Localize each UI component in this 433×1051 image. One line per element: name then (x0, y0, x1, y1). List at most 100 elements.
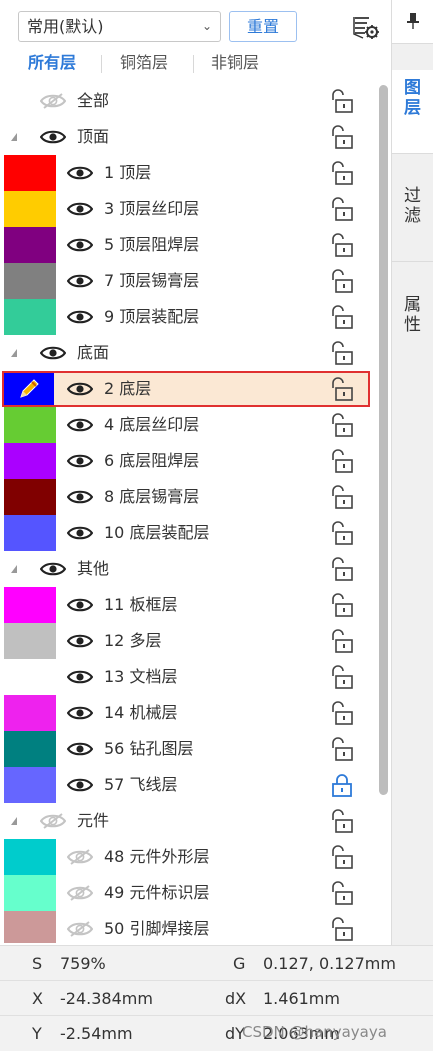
layer-row[interactable]: 56 钻孔图层 (0, 731, 378, 767)
eye-icon[interactable] (66, 165, 94, 181)
layer-row[interactable]: 49 元件标识层 (0, 875, 378, 911)
layer-row[interactable]: 8 底层锡膏层 (0, 479, 378, 515)
layer-row[interactable]: 2 底层 (0, 371, 378, 407)
layer-row[interactable]: 1 顶层 (0, 155, 378, 191)
layer-color-swatch[interactable] (4, 623, 56, 659)
eye-icon[interactable] (66, 525, 94, 541)
eye-icon[interactable] (66, 777, 94, 793)
layer-row[interactable]: 5 顶层阻焊层 (0, 227, 378, 263)
layer-color-swatch[interactable] (4, 767, 56, 803)
unlock-icon[interactable] (330, 412, 354, 438)
eye-icon[interactable] (66, 201, 94, 217)
unlock-icon[interactable] (330, 124, 354, 150)
layer-row[interactable]: 3 顶层丝印层 (0, 191, 378, 227)
tab-non-copper-layers[interactable]: 非铜层 (211, 51, 259, 75)
side-tab-properties[interactable]: 属 性 (392, 287, 433, 347)
eye-icon[interactable] (66, 669, 94, 685)
eye-icon[interactable] (66, 489, 94, 505)
unlock-icon[interactable] (330, 916, 354, 942)
tab-copper-layers[interactable]: 铜箔层 (120, 51, 168, 75)
layer-group-row[interactable]: 顶面 (0, 119, 378, 155)
layer-row[interactable]: 48 元件外形层 (0, 839, 378, 875)
eye-icon[interactable] (66, 705, 94, 721)
lock-icon[interactable] (330, 772, 354, 798)
collapse-caret-icon[interactable] (11, 565, 17, 573)
layer-row[interactable]: 50 引脚焊接层 (0, 911, 378, 943)
collapse-caret-icon[interactable] (11, 817, 17, 825)
unlock-icon[interactable] (330, 232, 354, 258)
unlock-icon[interactable] (330, 556, 354, 582)
layer-color-swatch[interactable] (4, 479, 56, 515)
layer-group-row[interactable]: 底面 (0, 335, 378, 371)
layer-color-swatch[interactable] (4, 263, 56, 299)
layer-list-scrollbar[interactable] (379, 85, 388, 795)
unlock-icon[interactable] (330, 808, 354, 834)
layer-color-swatch[interactable] (4, 911, 56, 943)
tab-all-layers[interactable]: 所有层 (28, 51, 76, 75)
side-tab-layers[interactable]: 图 层 (392, 70, 433, 154)
unlock-icon[interactable] (330, 448, 354, 474)
layer-row[interactable]: 11 板框层 (0, 587, 378, 623)
layer-row[interactable]: 6 底层阻焊层 (0, 443, 378, 479)
layer-row[interactable]: 7 顶层锡膏层 (0, 263, 378, 299)
eye-hidden-icon[interactable] (66, 885, 94, 901)
layer-color-swatch[interactable] (4, 373, 54, 405)
layer-settings-icon[interactable] (351, 12, 381, 42)
layer-color-swatch[interactable] (4, 515, 56, 551)
layer-color-swatch[interactable] (4, 191, 56, 227)
layer-row[interactable]: 10 底层装配层 (0, 515, 378, 551)
unlock-icon[interactable] (330, 268, 354, 294)
collapse-caret-icon[interactable] (11, 133, 17, 141)
eye-icon[interactable] (66, 633, 94, 649)
collapse-caret-icon[interactable] (11, 349, 17, 357)
eye-icon[interactable] (66, 741, 94, 757)
layer-row[interactable]: 14 机械层 (0, 695, 378, 731)
layer-row[interactable]: 57 飞线层 (0, 767, 378, 803)
unlock-icon[interactable] (330, 304, 354, 330)
preset-select[interactable]: 常用(默认) ⌄ (18, 11, 221, 42)
eye-icon[interactable] (39, 561, 67, 577)
eye-icon[interactable] (66, 417, 94, 433)
layer-color-swatch[interactable] (4, 587, 56, 623)
unlock-icon[interactable] (330, 340, 354, 366)
eye-hidden-icon[interactable] (39, 813, 67, 829)
eye-hidden-icon[interactable] (66, 849, 94, 865)
side-tab-filter[interactable]: 过 滤 (392, 178, 433, 262)
unlock-icon[interactable] (330, 484, 354, 510)
layer-color-swatch[interactable] (4, 299, 56, 335)
layer-color-swatch[interactable] (4, 875, 56, 911)
eye-icon[interactable] (66, 453, 94, 469)
unlock-icon[interactable] (330, 376, 354, 402)
eye-hidden-icon[interactable] (66, 921, 94, 937)
unlock-icon[interactable] (330, 736, 354, 762)
layer-color-swatch[interactable] (4, 227, 56, 263)
layer-color-swatch[interactable] (4, 407, 56, 443)
eye-icon[interactable] (66, 273, 94, 289)
unlock-icon[interactable] (330, 880, 354, 906)
unlock-icon[interactable] (330, 700, 354, 726)
layer-row[interactable]: 13 文档层 (0, 659, 378, 695)
layer-color-swatch[interactable] (4, 695, 56, 731)
eye-hidden-icon[interactable] (39, 93, 67, 109)
unlock-icon[interactable] (330, 844, 354, 870)
unlock-icon[interactable] (330, 592, 354, 618)
reset-button[interactable]: 重置 (229, 11, 297, 42)
unlock-icon[interactable] (330, 160, 354, 186)
layer-row[interactable]: 4 底层丝印层 (0, 407, 378, 443)
unlock-icon[interactable] (330, 520, 354, 546)
unlock-icon[interactable] (330, 664, 354, 690)
eye-icon[interactable] (66, 597, 94, 613)
eye-icon[interactable] (66, 309, 94, 325)
layer-group-row[interactable]: 元件 (0, 803, 378, 839)
layer-all-row[interactable]: 全部 (0, 83, 378, 119)
unlock-icon[interactable] (330, 628, 354, 654)
layer-color-swatch[interactable] (4, 659, 56, 695)
layer-group-row[interactable]: 其他 (0, 551, 378, 587)
eye-icon[interactable] (66, 381, 94, 397)
layer-row[interactable]: 12 多层 (0, 623, 378, 659)
unlock-icon[interactable] (330, 88, 354, 114)
layer-row[interactable]: 9 顶层装配层 (0, 299, 378, 335)
layer-color-swatch[interactable] (4, 155, 56, 191)
layer-color-swatch[interactable] (4, 731, 56, 767)
pin-icon[interactable] (392, 0, 433, 44)
